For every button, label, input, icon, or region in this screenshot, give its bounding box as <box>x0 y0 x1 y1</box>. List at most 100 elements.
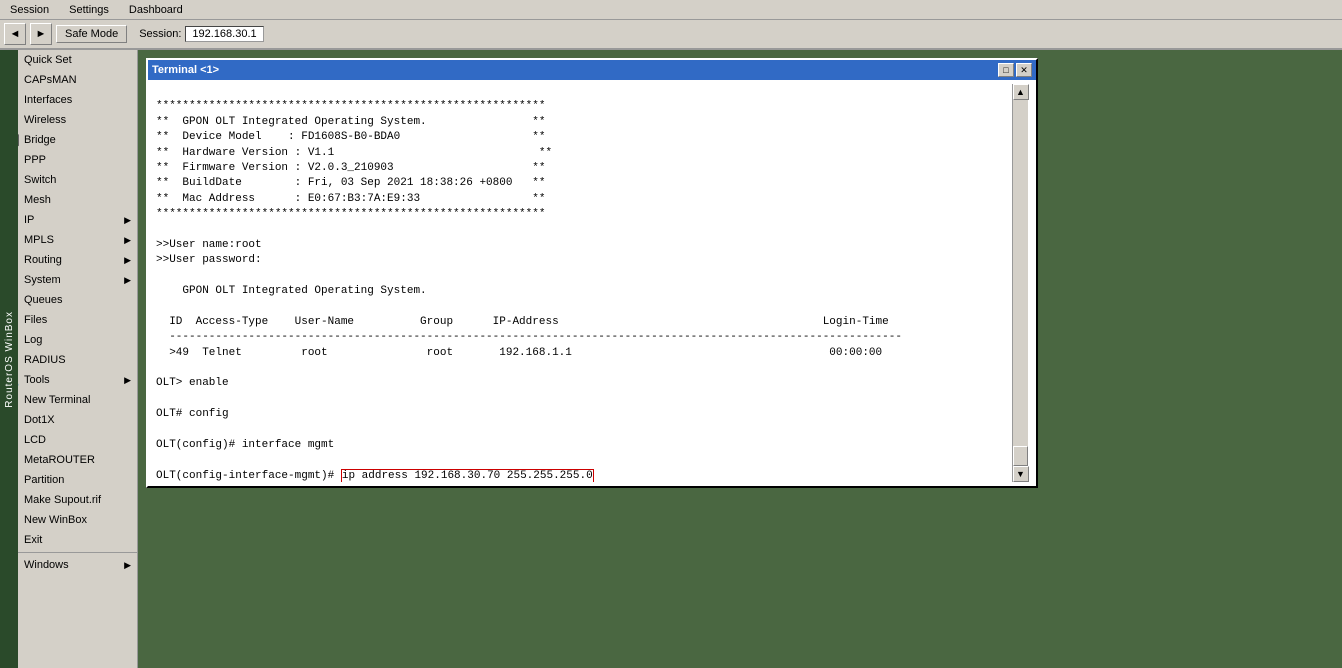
sidebar-item-wireless[interactable]: ◉ Wireless <box>0 110 137 130</box>
sidebar-item-queues[interactable]: ▤ Queues <box>0 290 137 310</box>
sidebar-separator <box>0 552 137 553</box>
sidebar-item-windows[interactable]: ■ Windows ▶ <box>0 555 137 575</box>
terminal-line-5: ** Firmware Version : V2.0.3_210903 ** <box>156 162 545 174</box>
sidebar-item-make-supout[interactable]: ◈ Make Supout.rif <box>0 490 137 510</box>
sidebar-item-radius[interactable]: ◉ RADIUS <box>0 350 137 370</box>
terminal-line-6: ** BuildDate : Fri, 03 Sep 2021 18:38:26… <box>156 177 545 189</box>
sidebar-item-ppp[interactable]: ◈ PPP <box>0 150 137 170</box>
sidebar-item-bridge[interactable]: ⬛ Bridge <box>0 130 137 150</box>
sidebar-label-queues: Queues <box>24 294 63 306</box>
sidebar-label-bridge: Bridge <box>24 134 56 146</box>
sidebar-item-mpls[interactable]: ○ MPLS ▶ <box>0 230 137 250</box>
terminal-line-17: OLT(config)# interface mgmt <box>156 439 334 451</box>
sidebar-label-quick-set: Quick Set <box>24 54 72 66</box>
terminal-titlebar: Terminal <1> □ ✕ <box>148 60 1036 80</box>
terminal-input[interactable]: ip address 192.168.30.70 255.255.255.0 <box>341 469 594 482</box>
sidebar-item-log[interactable]: 📋 Log <box>0 330 137 350</box>
sidebar-item-exit[interactable]: ✕ Exit <box>0 530 137 550</box>
terminal-line-3: ** Device Model : FD1608S-B0-BDA0 ** <box>156 131 545 143</box>
mpls-arrow-icon: ▶ <box>124 235 131 246</box>
tools-arrow-icon: ▶ <box>124 375 131 386</box>
sidebar-label-tools: Tools <box>24 374 50 386</box>
main-area: ⚡ Quick Set ● CAPsMAN ≡ Interfaces ◉ Wir… <box>0 50 1342 668</box>
sidebar-label-log: Log <box>24 334 42 346</box>
sidebar-label-partition: Partition <box>24 474 64 486</box>
sidebar-item-files[interactable]: ▣ Files <box>0 310 137 330</box>
sidebar-label-ppp: PPP <box>24 154 46 166</box>
safe-mode-button[interactable]: Safe Mode <box>56 25 127 43</box>
sidebar-label-switch: Switch <box>24 174 56 186</box>
sidebar-item-capsman[interactable]: ● CAPsMAN <box>0 70 137 90</box>
winbox-label-text: RouterOS WinBox <box>4 311 15 408</box>
forward-button[interactable]: ► <box>30 23 52 45</box>
sidebar-item-new-terminal[interactable]: ▪ New Terminal <box>0 390 137 410</box>
sidebar-item-ip[interactable]: ⊟ IP ▶ <box>0 210 137 230</box>
menu-settings[interactable]: Settings <box>63 2 115 18</box>
sidebar-label-ip: IP <box>24 214 34 226</box>
terminal-line-14: >49 Telnet root root 192.168.1.1 00:00:0… <box>156 347 882 359</box>
terminal-line-16: OLT# config <box>156 408 229 420</box>
sidebar-item-interfaces[interactable]: ≡ Interfaces <box>0 90 137 110</box>
terminal-line-4: ** Hardware Version : V1.1 ** <box>156 147 552 159</box>
ip-arrow-icon: ▶ <box>124 215 131 226</box>
sidebar-label-make-supout: Make Supout.rif <box>24 494 101 506</box>
sidebar-label-new-terminal: New Terminal <box>24 394 90 406</box>
terminal-scrollbar[interactable]: ▲ ▼ <box>1012 84 1028 482</box>
routing-arrow-icon: ▶ <box>124 255 131 266</box>
terminal-restore-button[interactable]: □ <box>998 63 1014 77</box>
sidebar-item-quick-set[interactable]: ⚡ Quick Set <box>0 50 137 70</box>
terminal-controls: □ ✕ <box>998 63 1032 77</box>
session-label: Session: <box>139 28 181 40</box>
system-arrow-icon: ▶ <box>124 275 131 286</box>
sidebar-label-dot1x: Dot1X <box>24 414 55 426</box>
terminal-close-button[interactable]: ✕ <box>1016 63 1032 77</box>
sidebar-item-metarouter[interactable]: ◈ MetaROUTER <box>0 450 137 470</box>
winbox-label-bar: RouterOS WinBox <box>0 50 18 668</box>
session-ip: 192.168.30.1 <box>185 26 263 42</box>
terminal-title: Terminal <1> <box>152 64 219 76</box>
sidebar-label-mpls: MPLS <box>24 234 54 246</box>
sidebar-label-system: System <box>24 274 61 286</box>
scrollbar-thumb[interactable] <box>1013 446 1028 466</box>
sidebar-item-lcd[interactable]: ▭ LCD <box>0 430 137 450</box>
sidebar-item-new-winbox[interactable]: ○ New WinBox <box>0 510 137 530</box>
terminal-prompt-line: OLT(config-interface-mgmt)# ip address 1… <box>156 469 594 482</box>
sidebar-item-routing[interactable]: ↗ Routing ▶ <box>0 250 137 270</box>
terminal-line-1: ****************************************… <box>156 100 545 112</box>
sidebar-item-switch[interactable]: ⊞ Switch <box>0 170 137 190</box>
sidebar-label-capsman: CAPsMAN <box>24 74 77 86</box>
sidebar-item-system[interactable]: ⚙ System ▶ <box>0 270 137 290</box>
sidebar-label-mesh: Mesh <box>24 194 51 206</box>
scrollbar-track[interactable] <box>1013 100 1028 466</box>
terminal-line-8: ****************************************… <box>156 208 545 220</box>
sidebar-item-partition[interactable]: ◉ Partition <box>0 470 137 490</box>
sidebar-item-tools[interactable]: 🔧 Tools ▶ <box>0 370 137 390</box>
sidebar-item-dot1x[interactable]: ● Dot1X <box>0 410 137 430</box>
sidebar-label-radius: RADIUS <box>24 354 66 366</box>
sidebar-label-routing: Routing <box>24 254 62 266</box>
menu-bar: Session Settings Dashboard <box>0 0 1342 20</box>
scroll-up-button[interactable]: ▲ <box>1013 84 1029 100</box>
sidebar-item-mesh[interactable]: ◎ Mesh <box>0 190 137 210</box>
terminal-line-2: ** GPON OLT Integrated Operating System.… <box>156 116 545 128</box>
sidebar-label-lcd: LCD <box>24 434 46 446</box>
menu-dashboard[interactable]: Dashboard <box>123 2 189 18</box>
terminal-line-9: >>User name:root <box>156 239 262 251</box>
sidebar-label-exit: Exit <box>24 534 42 546</box>
content-area: RouterOS WinBox Terminal <1> □ ✕ *******… <box>138 50 1342 668</box>
terminal-line-15: OLT> enable <box>156 377 229 389</box>
menu-session[interactable]: Session <box>4 2 55 18</box>
terminal-content: ****************************************… <box>156 84 1012 482</box>
terminal-window: Terminal <1> □ ✕ ***********************… <box>146 58 1038 488</box>
back-button[interactable]: ◄ <box>4 23 26 45</box>
windows-arrow-icon: ▶ <box>124 560 131 571</box>
terminal-line-7: ** Mac Address : E0:67:B3:7A:E9:33 ** <box>156 193 545 205</box>
sidebar-label-files: Files <box>24 314 47 326</box>
sidebar: ⚡ Quick Set ● CAPsMAN ≡ Interfaces ◉ Wir… <box>0 50 138 668</box>
terminal-body[interactable]: ****************************************… <box>148 80 1036 486</box>
terminal-line-10: >>User password: <box>156 254 262 266</box>
scroll-down-button[interactable]: ▼ <box>1013 466 1029 482</box>
sidebar-label-wireless: Wireless <box>24 114 66 126</box>
terminal-line-13: ----------------------------------------… <box>156 331 902 343</box>
terminal-line-11: GPON OLT Integrated Operating System. <box>156 285 427 297</box>
